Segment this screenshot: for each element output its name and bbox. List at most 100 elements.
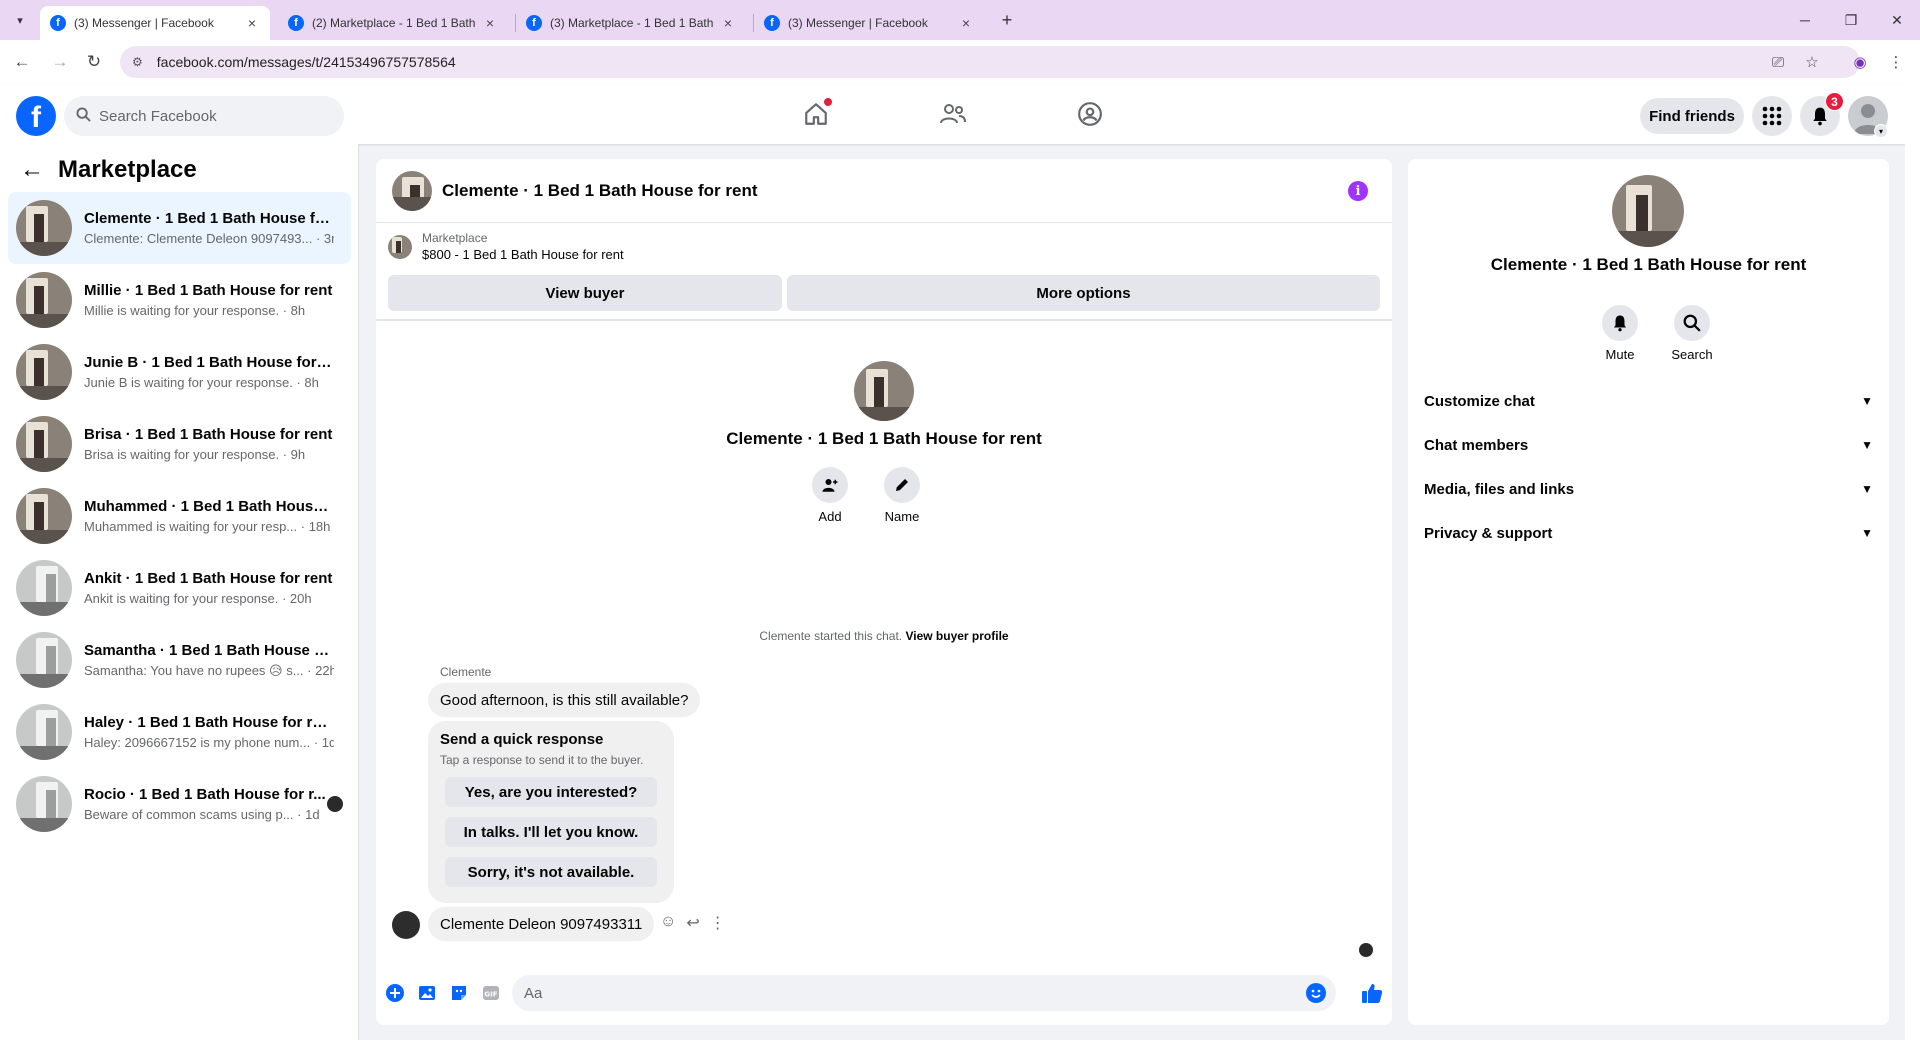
conversation-name: Clemente · 1 Bed 1 Bath House for ... (84, 210, 334, 227)
facebook-favicon-icon: f (50, 15, 66, 31)
info-icon[interactable]: i (1348, 181, 1368, 201)
quick-reply-in-talks-button[interactable]: In talks. I'll let you know. (445, 817, 657, 847)
quick-reply-yes-button[interactable]: Yes, are you interested? (445, 777, 657, 807)
listing-price: $800 - 1 Bed 1 Bath House for rent (422, 247, 624, 262)
search-in-chat-button[interactable]: Search (1662, 305, 1722, 362)
intro-title: Clemente · 1 Bed 1 Bath House for rent (726, 429, 1042, 448)
notifications-bell-icon[interactable]: 3 (1800, 92, 1844, 136)
mute-button[interactable]: Mute (1590, 305, 1650, 362)
chat-members-section[interactable]: Chat members ▼ (1424, 427, 1873, 463)
reply-icon[interactable]: ↩ (686, 913, 699, 933)
sidebar-title: Marketplace (58, 156, 197, 183)
conversation-item[interactable]: Samantha · 1 Bed 1 Bath House for... Sama… (8, 624, 351, 696)
tab-close-icon[interactable]: × (958, 15, 974, 31)
conversation-name: Samantha · 1 Bed 1 Bath House for... (84, 641, 334, 659)
bookmark-star-icon[interactable]: ☆ (1800, 50, 1824, 74)
browser-tab-1[interactable]: f (3) Messenger | Facebook × (40, 6, 270, 40)
sticker-icon[interactable] (448, 982, 470, 1004)
add-people-button[interactable]: Add (800, 467, 860, 524)
site-info-icon[interactable]: ⚙ (132, 55, 143, 69)
tab-close-icon[interactable]: × (720, 15, 736, 31)
conversation-item[interactable]: Rocio · 1 Bed 1 Bath House for r... Bewar… (8, 768, 351, 840)
search-icon (76, 107, 91, 125)
friends-icon[interactable] (935, 98, 971, 130)
sender-name: Clemente (440, 665, 492, 679)
restore-icon[interactable]: ❐ (1836, 8, 1866, 32)
photo-icon[interactable] (416, 982, 438, 1004)
conversation-item[interactable]: Muhammed · 1 Bed 1 Bath House f... Muhamm… (8, 480, 351, 552)
search-facebook-input[interactable]: Search Facebook (64, 96, 344, 136)
chat-avatar[interactable] (392, 170, 432, 211)
tab-title: (3) Messenger | Facebook (788, 16, 928, 30)
quick-response-card: Send a quick response Tap a response to … (428, 721, 674, 903)
conversation-item[interactable]: Junie B · 1 Bed 1 Bath House for rent Jun… (8, 336, 351, 408)
account-chevron-down-icon[interactable]: ▾ (1874, 124, 1888, 138)
message-actions: ☺ ↩ ⋮ (660, 913, 726, 933)
conversation-thumbnail (16, 776, 72, 832)
minimize-icon[interactable]: ─ (1790, 8, 1820, 32)
page-scrollbar[interactable] (1905, 84, 1920, 1040)
conversation-item[interactable]: Brisa · 1 Bed 1 Bath House for rent Brisa… (8, 408, 351, 480)
browser-profile-icon[interactable]: ◉ (1848, 50, 1872, 74)
tab-search-icon[interactable]: ▾ (8, 8, 32, 32)
svg-text:GIF: GIF (484, 991, 497, 999)
view-buyer-button[interactable]: View buyer (388, 275, 782, 311)
quick-reply-not-available-button[interactable]: Sorry, it's not available. (445, 857, 657, 887)
section-label: Media, files and links (1424, 480, 1575, 498)
divider (376, 319, 1392, 321)
media-files-links-section[interactable]: Media, files and links ▼ (1424, 471, 1873, 507)
conversation-item[interactable]: Ankit · 1 Bed 1 Bath House for rent Ankit… (8, 552, 351, 624)
conversation-thumbnail (16, 272, 72, 328)
chat-title[interactable]: Clemente · 1 Bed 1 Bath House for rent (442, 181, 758, 201)
facebook-logo-icon[interactable]: f (16, 96, 56, 136)
message-input[interactable]: Aa (512, 975, 1336, 1011)
conversation-name: Haley · 1 Bed 1 Bath House for rent (84, 714, 334, 731)
conversation-item[interactable]: Millie · 1 Bed 1 Bath House for rent Mill… (8, 264, 351, 336)
message-bubble[interactable]: Good afternoon, is this still available? (428, 683, 701, 717)
customize-chat-section[interactable]: Customize chat ▼ (1424, 383, 1873, 419)
tab-close-icon[interactable]: × (244, 15, 260, 31)
privacy-support-section[interactable]: Privacy & support ▼ (1424, 515, 1873, 551)
thumbs-up-icon[interactable] (1360, 981, 1384, 1005)
install-app-icon[interactable]: ⎚ (1766, 50, 1790, 74)
groups-icon[interactable] (1072, 98, 1108, 130)
address-bar[interactable]: ⚙ facebook.com/messages/t/24153496757578… (120, 46, 1860, 78)
conversation-item[interactable]: Clemente · 1 Bed 1 Bath House for ... Cle… (8, 192, 351, 264)
emoji-icon[interactable] (1306, 983, 1326, 1003)
search-placeholder: Search Facebook (99, 107, 217, 125)
home-icon[interactable] (798, 98, 834, 130)
find-friends-button[interactable]: Find friends (1640, 98, 1744, 134)
message-bubble[interactable]: Clemente Deleon 9097493311 (428, 907, 655, 941)
conversation-preview: Millie is waiting for your response. · 8… (84, 303, 306, 318)
read-receipt-avatar (1359, 943, 1373, 957)
close-window-icon[interactable]: ✕ (1882, 8, 1912, 32)
menu-grid-icon[interactable] (1752, 96, 1792, 136)
section-label: Chat members (1424, 436, 1529, 454)
conversation-item[interactable]: Haley · 1 Bed 1 Bath House for rent Haley… (8, 696, 351, 768)
new-tab-button[interactable]: + (995, 8, 1019, 32)
forward-icon[interactable]: → (48, 50, 72, 74)
more-dots-icon[interactable]: ⋮ (710, 913, 726, 933)
browser-tab-bar: ▾ f (3) Messenger | Facebook × f (2) Mar… (0, 0, 1920, 40)
intro-avatar (854, 361, 914, 421)
facebook-favicon-icon: f (526, 15, 542, 31)
back-icon[interactable]: ← (10, 50, 34, 74)
name-chat-button[interactable]: Name (872, 467, 932, 524)
tab-close-icon[interactable]: × (482, 15, 498, 31)
conversation-name: Muhammed · 1 Bed 1 Bath House f... (84, 498, 334, 515)
seen-avatar (327, 796, 343, 812)
more-options-button[interactable]: More options (787, 275, 1380, 311)
reload-icon[interactable]: ↻ (82, 50, 106, 74)
react-emoji-icon[interactable]: ☺ (660, 913, 676, 933)
listing-summary[interactable]: Marketplace $800 - 1 Bed 1 Bath House fo… (388, 231, 624, 262)
conversation-thumbnail (16, 560, 72, 616)
back-arrow-icon[interactable]: ← (20, 156, 44, 184)
browser-menu-icon[interactable]: ⋮ (1884, 50, 1908, 74)
browser-tab-4[interactable]: f (3) Messenger | Facebook × (754, 6, 984, 40)
plus-circle-icon[interactable] (384, 982, 406, 1004)
browser-tab-3[interactable]: f (3) Marketplace - 1 Bed 1 Bath × (516, 6, 746, 40)
sender-avatar[interactable] (392, 911, 420, 939)
gif-icon[interactable]: GIF (480, 982, 502, 1004)
view-buyer-profile-link[interactable]: View buyer profile (905, 629, 1008, 643)
browser-tab-2[interactable]: f (2) Marketplace - 1 Bed 1 Bath × (278, 6, 508, 40)
